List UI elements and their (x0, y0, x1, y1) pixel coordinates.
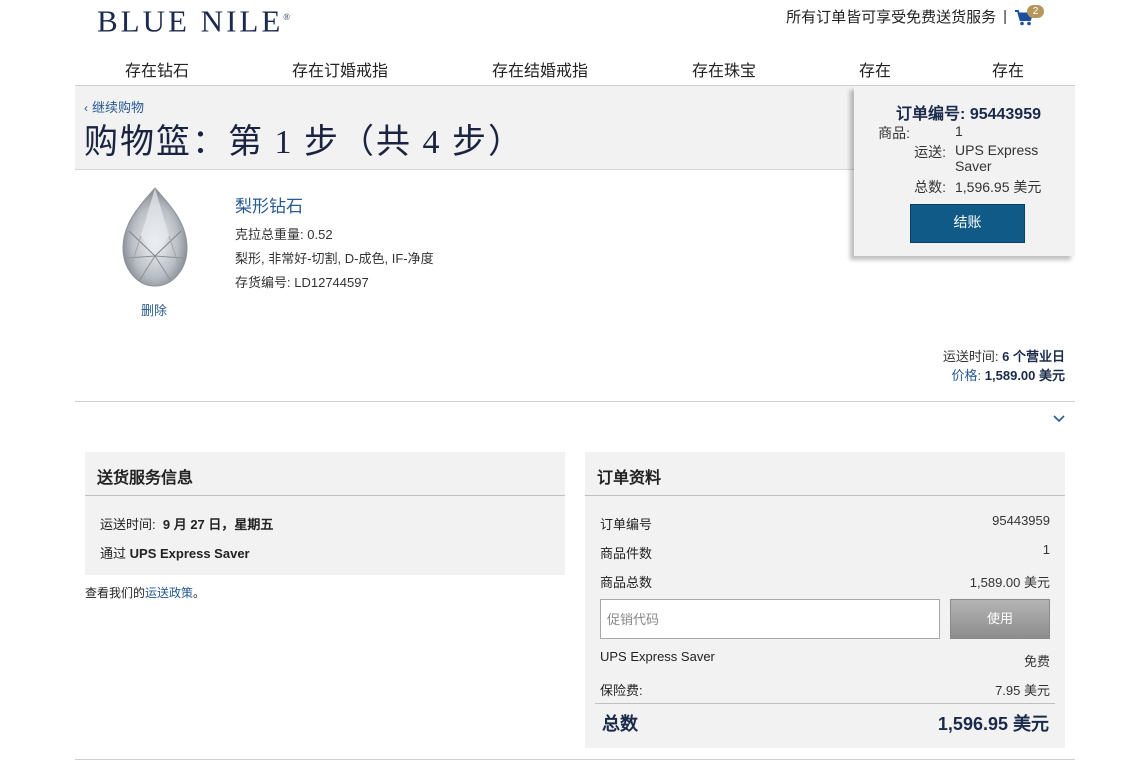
bottom-divider (75, 759, 1075, 760)
nav-item-jewelry[interactable]: 存在珠宝 (692, 57, 756, 81)
product-name-link[interactable]: 梨形钻石 (235, 192, 303, 217)
summary-items-value: 1 (955, 123, 963, 139)
summary-shipping-label: 运送: (914, 144, 946, 160)
pear-diamond-image[interactable] (119, 186, 191, 288)
free-shipping-promo: 所有订单皆可享受免费送货服务 | 2 (786, 4, 1044, 27)
item-count-label: 商品件数 (600, 546, 653, 561)
shipping-info-panel: 送货服务信息 运送时间: 9 月 27 日，星期五 通过 UPS Express… (85, 452, 565, 575)
summary-items-label: 商品: (878, 125, 910, 141)
order-number-label: 订单编号 (600, 517, 653, 532)
total-divider (595, 703, 1055, 704)
section-divider (75, 401, 1075, 402)
insurance-label: 保险费: (600, 683, 643, 698)
shipping-date: 运送时间: 9 月 27 日，星期五 (100, 517, 274, 532)
summary-total-label: 总数: (914, 179, 946, 195)
checkout-button[interactable]: 结账 (910, 204, 1025, 243)
product-carat: 克拉总重量: 0.52 (235, 227, 333, 242)
top-navigation: 存在钻石 存在订婚戒指 存在结婚戒指 存在珠宝 存在 存在 (75, 48, 1075, 86)
order-summary-box: 订单编号: 95443959 商品: 1 运送: UPS Express Save… (854, 86, 1075, 256)
nav-item-5[interactable]: 存在 (859, 57, 891, 81)
shipping-method-label: UPS Express Saver (600, 649, 715, 664)
promo-code-input[interactable] (600, 599, 940, 639)
product-price: 价格: 1,589.00 美元 (951, 368, 1065, 383)
blue-nile-logo[interactable]: BLUE NILE® (97, 0, 290, 38)
page-title: 购物篮：第 1 步（共 4 步） (84, 124, 524, 161)
item-count-value: 1 (1042, 542, 1050, 557)
summary-total-value: 1,596.95 美元 (955, 179, 1042, 195)
product-ship-time: 运送时间: 6 个营业日 (942, 349, 1065, 364)
cart-count-badge: 2 (1027, 4, 1044, 18)
subtotal-label: 商品总数 (600, 575, 653, 590)
apply-promo-button[interactable]: 使用 (950, 599, 1050, 639)
order-total-value: 1,596.95 美元 (937, 714, 1049, 734)
product-description: 梨形, 非常好-切割, D-成色, IF-净度 (235, 251, 434, 266)
summary-shipping-value: UPS Express Saver (955, 142, 1039, 174)
insurance-value: 7.95 美元 (995, 683, 1050, 698)
subtotal-value: 1,589.00 美元 (969, 575, 1050, 590)
promo-separator: | (1003, 8, 1007, 25)
nav-item-6[interactable]: 存在 (992, 57, 1024, 81)
shipping-carrier: 通过 UPS Express Saver (100, 546, 250, 561)
nav-item-lab-diamonds[interactable]: 存在钻石 (125, 57, 189, 81)
nav-item-engagement-rings[interactable]: 存在订婚戒指 (292, 57, 388, 81)
summary-order-number: 订单编号: 95443959 (896, 106, 1041, 123)
shipping-info-title: 送货服务信息 (97, 470, 194, 487)
product-sku: 存货编号: LD12744597 (235, 275, 369, 290)
promo-text: 所有订单皆可享受免费送货服务 (786, 9, 997, 26)
nav-item-wedding-rings[interactable]: 存在结婚戒指 (492, 57, 588, 81)
shipping-policy-note: 查看我们的运送政策。 (85, 586, 206, 600)
order-total-label: 总数 (602, 714, 638, 734)
chevron-left-icon: ‹ (84, 101, 88, 115)
order-details-title: 订单资料 (597, 470, 662, 487)
shipping-policy-link[interactable]: 运送政策 (145, 586, 193, 600)
cart-button[interactable]: 2 (1014, 4, 1044, 27)
shipping-cost-value: 免费 (1023, 654, 1050, 669)
order-details-panel: 订单资料 订单编号 95443959 商品件数 1 商品总数 1,589.00 … (585, 452, 1065, 748)
panel-divider (85, 495, 565, 496)
chevron-down-icon[interactable] (1052, 414, 1066, 424)
order-number-value: 95443959 (992, 513, 1050, 528)
panel-divider (585, 495, 1065, 496)
delete-item-link[interactable]: 删除 (141, 300, 167, 319)
